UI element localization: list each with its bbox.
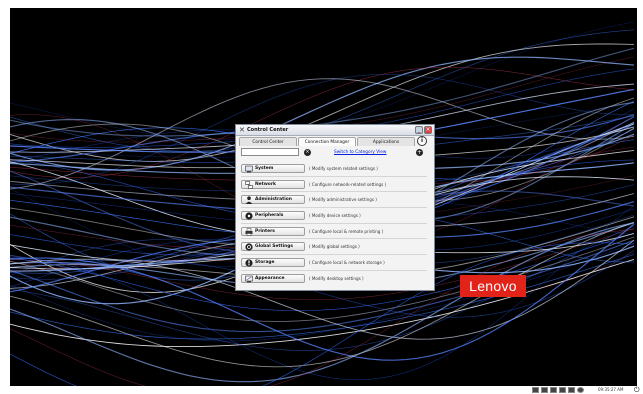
administration-button[interactable]: Administration [241, 195, 305, 205]
appearance-label: Appearance [255, 275, 285, 281]
peripherals-label: Peripherals [255, 213, 284, 219]
appearance-button[interactable]: Appearance [241, 273, 305, 283]
lenovo-logo: Lenovo [460, 275, 526, 297]
system-description: ( Modify system related settings ) [309, 166, 378, 171]
volume-icon[interactable] [568, 387, 575, 393]
storage-label: Storage [255, 260, 275, 266]
network-tray-icon[interactable] [577, 387, 584, 393]
security-icon[interactable] [550, 387, 557, 393]
administration-label: Administration [255, 197, 292, 203]
peripherals-description: ( Modify device settings ) [309, 213, 361, 219]
tab-bar: Control Center Connection Manager Applic… [236, 136, 434, 146]
tab-control-center[interactable]: Control Center [239, 137, 297, 146]
storage-description: ( Configure local & network storage ) [309, 260, 385, 266]
list-item: Appearance ( Modify desktop settings ) [241, 271, 427, 287]
switch-category-view-link[interactable]: Switch to Category View [334, 149, 386, 156]
tab-connection-manager[interactable]: Connection Manager [298, 137, 356, 146]
list-item: Network ( Configure network-related sett… [241, 177, 427, 193]
system-tray: 09:35:27 AM ⏻ [532, 386, 643, 394]
administration-description: ( Modify administrative settings ) [309, 197, 377, 203]
peripherals-icon [245, 212, 253, 220]
list-item: Administration ( Modify administrative s… [241, 192, 427, 209]
list-item: Peripherals ( Modify device settings ) [241, 208, 427, 224]
top-handle [282, 0, 366, 8]
clear-icon[interactable]: × [304, 149, 311, 156]
battery-icon[interactable] [532, 387, 539, 393]
minimize-button[interactable]: _ [415, 126, 423, 134]
printers-label: Printers [255, 228, 275, 234]
window-title: Control Center [247, 127, 289, 133]
global-settings-description: ( Modify global settings ) [309, 244, 360, 250]
network-icon [245, 180, 253, 189]
appearance-icon [245, 275, 253, 283]
network-description: ( Configure network-related settings ) [309, 181, 387, 187]
title-bar[interactable]: ✕ Control Center _ × [236, 125, 434, 136]
desktop: Lenovo ✕ Control Center _ × Control Cent… [10, 8, 637, 386]
keyboard-icon[interactable] [541, 387, 548, 393]
tools-icon: ✕ [239, 126, 245, 134]
printers-button[interactable]: Printers [241, 226, 305, 236]
power-icon[interactable]: ⏻ [634, 386, 640, 394]
global-settings-button[interactable]: Global Settings [241, 242, 305, 252]
tab-applications[interactable]: Applications [357, 137, 415, 146]
network-label: Network [255, 181, 276, 187]
global-settings-label: Global Settings [255, 244, 293, 250]
global-settings-icon [245, 243, 253, 252]
list-item: System ( Modify system related settings … [241, 161, 427, 177]
wave-line [10, 47, 635, 137]
category-list: System ( Modify system related settings … [241, 161, 427, 287]
search-row: × Switch to Category View + [236, 147, 434, 158]
peripherals-button[interactable]: Peripherals [241, 211, 305, 221]
control-center-window: ✕ Control Center _ × Control Center Conn… [235, 124, 435, 291]
appearance-description: ( Modify desktop settings ) [309, 275, 364, 281]
printers-description: ( Configure local & remote printing ) [309, 228, 384, 234]
printer-icon [245, 228, 253, 236]
search-input[interactable] [241, 148, 299, 156]
system-button[interactable]: System [241, 164, 305, 173]
system-icon [245, 165, 253, 173]
storage-icon [245, 259, 253, 267]
list-item: Global Settings ( Modify global settings… [241, 239, 427, 256]
add-icon[interactable]: + [416, 149, 423, 156]
list-item: Storage ( Configure local & network stor… [241, 255, 427, 271]
info-icon[interactable]: i [417, 136, 427, 146]
clock[interactable]: 09:35:27 AM [598, 386, 623, 394]
close-button[interactable]: × [424, 126, 432, 134]
system-label: System [255, 166, 274, 171]
printer-tray-icon[interactable] [559, 387, 566, 393]
list-item: Printers ( Configure local & remote prin… [241, 224, 427, 240]
administration-icon [245, 196, 253, 205]
storage-button[interactable]: Storage [241, 258, 305, 268]
network-button[interactable]: Network [241, 179, 305, 189]
